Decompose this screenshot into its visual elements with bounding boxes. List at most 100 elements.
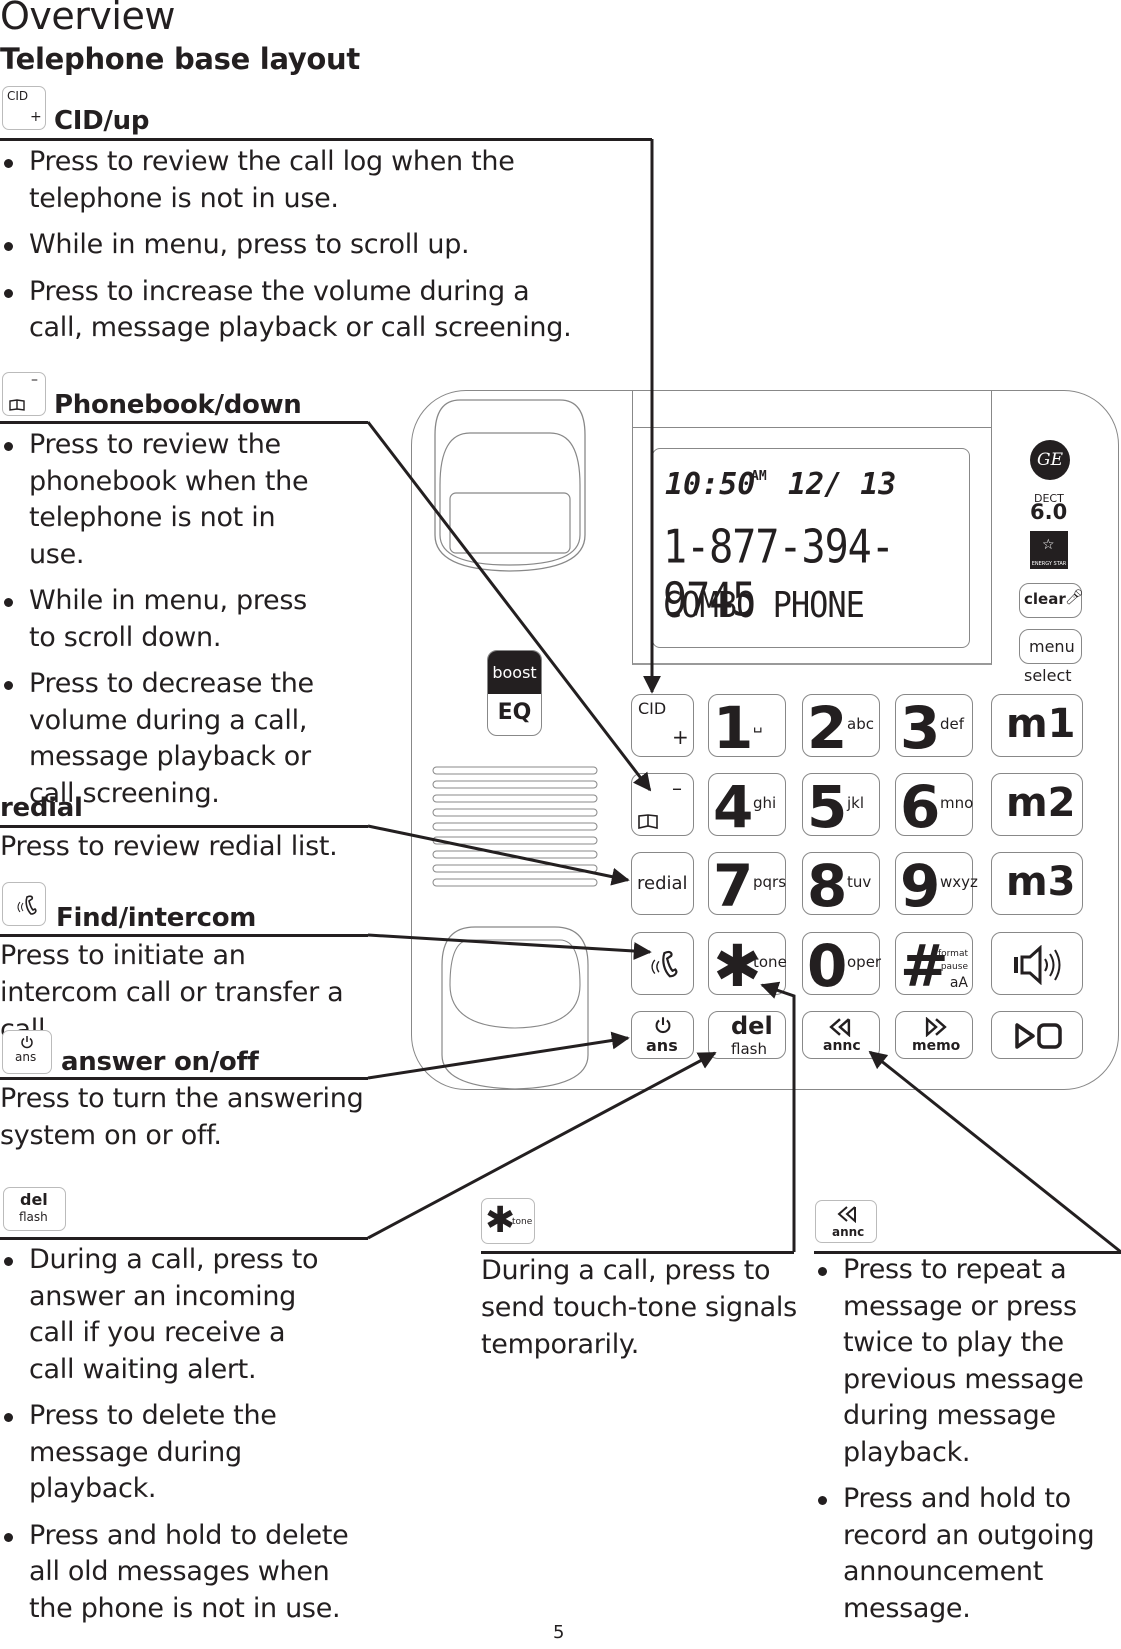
- handset-cradle-bottom: [441, 926, 589, 1090]
- dial-key[interactable]: ✱ tone: [708, 932, 787, 995]
- redial-key[interactable]: redial: [631, 852, 694, 915]
- answer-section-title: answer on/off: [61, 1047, 259, 1077]
- dial-key-digit: 5: [807, 773, 848, 841]
- redial-key-label: redial: [637, 873, 688, 894]
- dial-key-letters: ghi: [753, 794, 777, 812]
- memory-key-m3[interactable]: m3: [991, 852, 1083, 915]
- dial-key-digit: 9: [900, 852, 941, 920]
- memo-key-label: memo: [912, 1038, 961, 1054]
- dial-key-digit: 0: [807, 932, 848, 1000]
- rewind-icon: [829, 1018, 851, 1037]
- dial-key-letters: format: [937, 949, 968, 959]
- del-bullet: Press and hold to delete all old message…: [0, 1518, 349, 1628]
- dial-key[interactable]: 4 ghi: [708, 773, 786, 836]
- memory-key-m1[interactable]: m1: [991, 694, 1083, 757]
- power-icon: [21, 1036, 33, 1049]
- flash-key-label: flash: [731, 1040, 767, 1058]
- redial-description: Press to review redial list.: [0, 831, 338, 862]
- dial-key-digit: 1: [713, 694, 754, 762]
- del-bullets: During a call, press to answer an incomi…: [0, 1242, 349, 1637]
- dial-key-digit: 2: [807, 694, 848, 762]
- play-stop-key[interactable]: [991, 1011, 1083, 1059]
- ge-logo: GE: [1030, 440, 1070, 480]
- tone-key-icon: ✱ tone: [481, 1198, 535, 1244]
- intercom-key-icon: [2, 882, 46, 926]
- speakerphone-key[interactable]: [991, 932, 1083, 995]
- dial-key[interactable]: 6 mno: [895, 773, 973, 836]
- minus-key-label: –: [672, 776, 682, 800]
- annc-bullet: Press to repeat a message or press twice…: [814, 1252, 1093, 1471]
- annc-key-icon: annc: [815, 1200, 877, 1243]
- energy-star-logo: ENERGY STAR ☆: [1030, 531, 1068, 569]
- dial-key[interactable]: 5 jkl: [802, 773, 880, 836]
- dial-key-letters: pause: [940, 962, 968, 972]
- dial-key[interactable]: 2 abc: [802, 694, 880, 757]
- dial-key-digit: 6: [900, 773, 941, 841]
- dial-key-letters: aA: [949, 975, 968, 991]
- select-label: select: [1024, 666, 1072, 685]
- answer-on-off-key[interactable]: ans: [631, 1011, 694, 1059]
- phonebook-callout-rule: [0, 421, 368, 424]
- menu-select-button[interactable]: menu: [1019, 629, 1082, 664]
- menu-label: menu: [1029, 637, 1075, 656]
- find-section-title: Find/intercom: [56, 903, 257, 933]
- cid-bullet: Press to increase the volume during a ca…: [0, 274, 589, 347]
- lcd-display: 10:50 AM 12/ 13 1-877-394-9745 COMBO PHO…: [652, 448, 970, 648]
- page-title: Overview: [0, 0, 175, 38]
- annc-bullet: Press and hold to record an outgoing ann…: [814, 1481, 1113, 1627]
- energy-star-text: ENERGY STAR: [1031, 561, 1067, 567]
- answer-key-icon: ans: [2, 1030, 52, 1074]
- phonebook-down-key[interactable]: –: [631, 773, 694, 836]
- dial-key-letters: tuv: [847, 873, 872, 891]
- memory-key-m2[interactable]: m2: [991, 773, 1083, 836]
- annc-bullets: Press to repeat a message or press twice…: [814, 1252, 1114, 1637]
- ans-key-label: ans: [646, 1036, 678, 1055]
- tone-description: During a call, press to send touch-tone …: [481, 1255, 797, 1360]
- dial-key[interactable]: # format pause aA: [895, 932, 973, 995]
- dial-key-letters: pqrs: [753, 873, 787, 891]
- clear-label: clear: [1024, 590, 1066, 608]
- cid-up-key[interactable]: CID +: [631, 694, 694, 757]
- phonebook-key-icon: –: [2, 372, 46, 416]
- plus-icon-label: +: [30, 109, 42, 125]
- cid-icon-label: CID: [7, 89, 29, 103]
- lcd-time: 10:50: [665, 467, 756, 502]
- phonebook-section-title: Phonebook/down: [54, 390, 302, 420]
- flash-icon-label: flash: [19, 1210, 48, 1224]
- skip-forward-icon: [925, 1017, 947, 1037]
- dial-key-letters: ␣: [753, 715, 763, 733]
- lcd-caller-name: COMBO PHONE: [663, 584, 865, 626]
- book-icon: [9, 399, 25, 411]
- dial-key[interactable]: 7 pqrs: [708, 852, 786, 915]
- dial-key[interactable]: 1 ␣: [708, 694, 786, 757]
- dial-key-letters: oper: [847, 953, 882, 971]
- dial-key[interactable]: 8 tuv: [802, 852, 880, 915]
- dect-version: 6.0: [1030, 500, 1068, 524]
- dial-key-letters: abc: [847, 715, 874, 733]
- phonebook-icon: [638, 814, 658, 829]
- minus-icon-label: –: [31, 372, 38, 388]
- memo-skip-key[interactable]: memo: [895, 1011, 973, 1059]
- intercom-handset-icon: [17, 895, 37, 915]
- cid-key-icon: CID +: [2, 86, 46, 130]
- annc-rewind-key[interactable]: annc: [802, 1011, 880, 1059]
- phonebook-bullet: While in menu, press to scroll down.: [0, 583, 339, 656]
- dial-key-digit: 8: [807, 852, 848, 920]
- play-stop-icon: [1015, 1023, 1062, 1049]
- handset-cradle-top: [434, 399, 586, 572]
- boost-eq-button[interactable]: boost EQ: [487, 650, 542, 736]
- answer-description: Press to turn the answering system on or…: [0, 1083, 364, 1151]
- m3-label: m3: [1006, 859, 1076, 905]
- clear-mute-button[interactable]: clear 🎤︎: [1019, 583, 1084, 618]
- phonebook-bullet: Press to decrease the volume during a ca…: [0, 666, 359, 812]
- dial-key[interactable]: 9 wxyz: [895, 852, 978, 920]
- speaker-grille: [432, 766, 598, 887]
- rewind-icon: [837, 1206, 856, 1223]
- dial-key[interactable]: 0 oper: [802, 932, 882, 1000]
- speaker-icon: [1014, 945, 1061, 985]
- asterisk-icon: ✱: [485, 1200, 516, 1241]
- lcd-ampm: AM: [751, 469, 767, 484]
- dial-key[interactable]: 3 def: [895, 694, 973, 757]
- del-flash-key[interactable]: del flash: [708, 1011, 786, 1059]
- intercom-key[interactable]: [631, 932, 694, 995]
